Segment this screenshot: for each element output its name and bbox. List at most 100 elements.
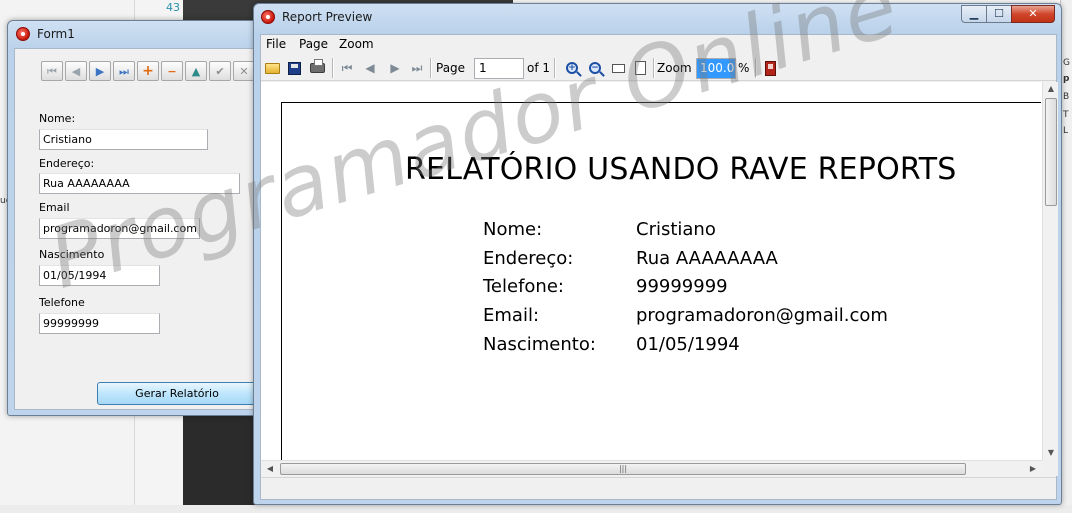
toolbar-separator bbox=[755, 58, 756, 78]
menu-page[interactable]: Page bbox=[299, 37, 328, 51]
horizontal-scroll-thumb[interactable]: ||| bbox=[280, 463, 966, 475]
report-preview-area[interactable]: RELATÓRIO USANDO RAVE REPORTS Nome: Cris… bbox=[261, 82, 1042, 460]
form1-titlebar[interactable]: Form1 bbox=[8, 21, 268, 47]
report-value-endereco: Rua AAAAAAAA bbox=[636, 248, 778, 269]
report-title: RELATÓRIO USANDO RAVE REPORTS bbox=[405, 152, 957, 187]
zoom-in-icon: + bbox=[566, 62, 578, 74]
prior-page-button[interactable]: ◀ bbox=[361, 59, 379, 77]
vertical-scroll-thumb[interactable] bbox=[1045, 98, 1057, 206]
menu-file[interactable]: File bbox=[266, 37, 286, 51]
toolbar-separator bbox=[554, 58, 555, 78]
post-record-icon: ✔ bbox=[215, 64, 225, 78]
report-preview-titlebar[interactable]: Report Preview ▁ ☐ ✕ bbox=[254, 4, 1061, 30]
background-edge-letter: L bbox=[1063, 126, 1069, 136]
vertical-scrollbar[interactable]: ▲ ▼ bbox=[1042, 82, 1058, 460]
minimize-button[interactable]: ▁ bbox=[961, 5, 987, 23]
zoom-input[interactable]: 100.0 bbox=[696, 58, 736, 79]
generate-report-button[interactable]: Gerar Relatório bbox=[97, 382, 257, 405]
endereco-field[interactable]: Rua AAAAAAAA bbox=[39, 173, 240, 194]
toolbar-separator bbox=[430, 58, 431, 78]
save-button[interactable] bbox=[285, 59, 303, 77]
first-page-button[interactable]: ⏮ bbox=[338, 59, 356, 77]
background-bottom-strip bbox=[0, 505, 1072, 513]
page-count-label: of 1 bbox=[527, 61, 551, 75]
edit-record-button[interactable]: ▲ bbox=[185, 61, 207, 81]
toolbar-separator bbox=[332, 58, 333, 78]
app-icon bbox=[261, 10, 275, 24]
printer-icon bbox=[309, 59, 325, 73]
telefone-label: Telefone bbox=[39, 296, 85, 309]
nome-field[interactable]: Cristiano bbox=[39, 129, 208, 150]
report-label-email: Email: bbox=[483, 305, 540, 326]
scroll-left-icon[interactable]: ◀ bbox=[263, 461, 277, 477]
window-controls: ▁ ☐ ✕ bbox=[961, 5, 1055, 23]
minimize-icon: ▁ bbox=[969, 7, 979, 20]
nome-label: Nome: bbox=[39, 112, 76, 125]
telefone-field[interactable]: 99999999 bbox=[39, 313, 160, 334]
maximize-icon: ☐ bbox=[994, 7, 1004, 20]
report-value-telefone: 99999999 bbox=[636, 276, 728, 297]
scroll-up-icon[interactable]: ▲ bbox=[1043, 82, 1059, 96]
db-navigator: ⏮ ◀ ▶ ⏭ + − ▲ ✔ ✕ bbox=[41, 61, 255, 81]
menu-zoom[interactable]: Zoom bbox=[339, 37, 374, 51]
page-width-icon bbox=[611, 63, 625, 73]
scroll-down-icon[interactable]: ▼ bbox=[1043, 446, 1059, 460]
page-number-input[interactable]: 1 bbox=[474, 58, 524, 79]
zoom-page-width-button[interactable] bbox=[609, 59, 627, 77]
background-edge-letter: G bbox=[1063, 58, 1070, 68]
toolbar: ⏮ ◀ ▶ ⏭ Page 1 of 1 + − Zoom 100.0 % bbox=[261, 55, 1056, 81]
next-record-button[interactable]: ▶ bbox=[89, 61, 111, 81]
insert-record-button[interactable]: + bbox=[137, 61, 159, 81]
toolbar-separator bbox=[653, 58, 654, 78]
close-button[interactable]: ✕ bbox=[1011, 5, 1055, 23]
open-button[interactable] bbox=[263, 59, 281, 77]
cancel-record-button[interactable]: ✕ bbox=[233, 61, 255, 81]
print-button[interactable] bbox=[308, 59, 326, 77]
report-preview-window: Report Preview ▁ ☐ ✕ File Page Zoom ⏮ ◀ … bbox=[253, 3, 1062, 505]
form1-client-area: ⏮ ◀ ▶ ⏭ + − ▲ ✔ ✕ Nome: Cristiano Endere… bbox=[14, 48, 264, 410]
zoom-out-button[interactable]: − bbox=[586, 59, 604, 77]
edit-record-icon: ▲ bbox=[191, 64, 201, 78]
report-label-telefone: Telefone: bbox=[483, 276, 564, 297]
first-record-icon: ⏮ bbox=[47, 64, 57, 78]
maximize-button[interactable]: ☐ bbox=[986, 5, 1012, 23]
email-field[interactable]: programadoron@gmail.com bbox=[39, 218, 200, 239]
report-page: RELATÓRIO USANDO RAVE REPORTS Nome: Cris… bbox=[281, 102, 1041, 460]
nascimento-label: Nascimento bbox=[39, 248, 105, 261]
zoom-percent-label: % bbox=[738, 61, 750, 75]
next-record-icon: ▶ bbox=[95, 64, 105, 78]
background-edge-letter: p bbox=[1063, 74, 1070, 84]
full-page-icon bbox=[634, 61, 646, 75]
last-page-button[interactable]: ⏭ bbox=[408, 59, 426, 77]
delete-record-icon: − bbox=[167, 64, 177, 78]
report-preview-client-area: File Page Zoom ⏮ ◀ ▶ ⏭ Page 1 of 1 + − Z… bbox=[260, 34, 1058, 500]
exit-button[interactable] bbox=[761, 59, 779, 77]
zoom-out-icon: − bbox=[589, 62, 601, 74]
zoom-full-page-button[interactable] bbox=[631, 59, 649, 77]
form1-window: Form1 ⏮ ◀ ▶ ⏭ + − ▲ ✔ ✕ Nome: Cristiano … bbox=[7, 20, 269, 416]
report-label-endereco: Endereço: bbox=[483, 248, 574, 269]
exit-icon bbox=[764, 60, 776, 76]
page-label: Page bbox=[436, 61, 466, 75]
background-edge-letter: T bbox=[1063, 110, 1069, 120]
delete-record-button[interactable]: − bbox=[161, 61, 183, 81]
report-value-email: programadoron@gmail.com bbox=[636, 305, 888, 326]
background-edge-letter: B bbox=[1063, 92, 1070, 102]
next-page-button[interactable]: ▶ bbox=[386, 59, 404, 77]
editor-line-number: 43 bbox=[166, 1, 180, 14]
horizontal-scrollbar[interactable]: ◀ ||| ▶ bbox=[261, 460, 1042, 476]
last-page-icon: ⏭ bbox=[411, 61, 423, 75]
post-record-button[interactable]: ✔ bbox=[209, 61, 231, 81]
scroll-right-icon[interactable]: ▶ bbox=[1026, 461, 1040, 477]
first-page-icon: ⏮ bbox=[341, 61, 353, 75]
last-record-button[interactable]: ⏭ bbox=[113, 61, 135, 81]
last-record-icon: ⏭ bbox=[119, 64, 129, 78]
prior-record-button[interactable]: ◀ bbox=[65, 61, 87, 81]
zoom-in-button[interactable]: + bbox=[563, 59, 581, 77]
first-record-button[interactable]: ⏮ bbox=[41, 61, 63, 81]
status-bar bbox=[261, 477, 1056, 499]
zoom-label: Zoom bbox=[657, 61, 692, 75]
prior-record-icon: ◀ bbox=[71, 64, 81, 78]
menu-bar: File Page Zoom bbox=[261, 35, 1056, 54]
nascimento-field[interactable]: 01/05/1994 bbox=[39, 265, 160, 286]
